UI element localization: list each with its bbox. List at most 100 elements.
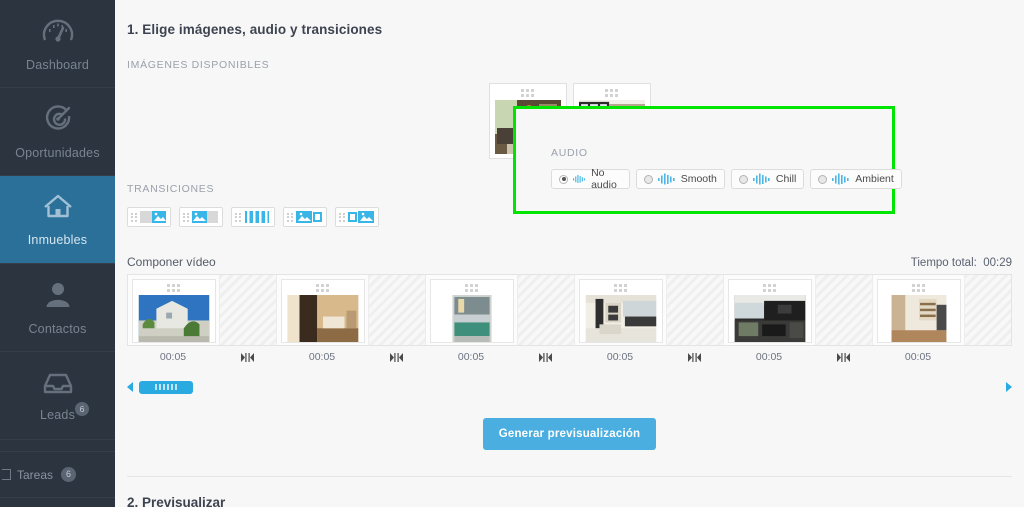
- transition-shrink[interactable]: [283, 207, 327, 227]
- leads-badge: 6: [75, 401, 90, 416]
- sidebar-item-label: Dashboard: [26, 57, 89, 72]
- split-marker[interactable]: [219, 352, 276, 362]
- generate-preview-button[interactable]: Generar previsualización: [482, 418, 657, 450]
- split-marker-icon: [539, 352, 552, 362]
- drag-handle-icon[interactable]: [521, 89, 534, 97]
- drag-handle-icon[interactable]: [287, 212, 293, 222]
- drag-handle-icon[interactable]: [183, 212, 189, 222]
- total-time-label: Tiempo total:: [910, 257, 977, 269]
- step2-title: 2. Previsualizar: [127, 495, 226, 507]
- drag-handle-icon[interactable]: [167, 284, 180, 292]
- person-icon: [43, 280, 73, 313]
- radio-icon[interactable]: [643, 174, 653, 184]
- timeline-transition-gap[interactable]: [667, 275, 724, 345]
- clip-duration: 00:05: [159, 351, 187, 363]
- audio-option-label: Ambient: [855, 173, 894, 185]
- drag-handle-icon[interactable]: [605, 89, 618, 97]
- sidebar-bottom-strip: [0, 497, 115, 507]
- clip-duration: 00:05: [904, 351, 932, 363]
- drag-handle-icon[interactable]: [763, 284, 776, 292]
- sidebar-item-inmuebles[interactable]: Inmuebles: [0, 176, 115, 264]
- drag-handle-icon[interactable]: [912, 284, 925, 292]
- timeline-clip[interactable]: [277, 275, 369, 345]
- total-time: Tiempo total: 00:29: [911, 257, 1012, 269]
- drag-handle-icon[interactable]: [131, 212, 137, 222]
- arrow-right-icon[interactable]: [1006, 382, 1012, 392]
- tareas-label: Tareas: [17, 467, 54, 482]
- transition-slide-left[interactable]: [127, 207, 171, 227]
- sidebar-item-oportunidades[interactable]: Oportunidades: [0, 88, 115, 176]
- split-marker[interactable]: [368, 352, 425, 362]
- timeline-transition-gap[interactable]: [518, 275, 575, 345]
- composer-section: Componer vídeo Tiempo total: 00:29 00:05…: [127, 255, 1012, 507]
- tareas-badge: 6: [61, 467, 77, 482]
- audio-option-label: No audio: [591, 167, 617, 191]
- sidebar-item-leads[interactable]: Leads 6: [0, 352, 115, 440]
- composer-header: Componer vídeo Tiempo total: 00:29: [127, 255, 1012, 269]
- villa-exterior-clip: [138, 295, 209, 342]
- house-icon: [41, 193, 75, 224]
- clip-card[interactable]: [876, 279, 961, 343]
- composer-title: Componer vídeo: [127, 255, 216, 269]
- transition-grow[interactable]: [335, 207, 379, 227]
- timeline-track[interactable]: [127, 274, 1012, 346]
- drag-handle-icon[interactable]: [316, 284, 329, 292]
- arrow-left-icon[interactable]: [127, 382, 133, 392]
- timeline-scrollbar[interactable]: [127, 380, 1012, 394]
- audio-panel-highlight: AUDIO No audio Smooth Chill Ambient: [513, 106, 902, 214]
- transition-slide-right[interactable]: [179, 207, 223, 227]
- main-content: 1. Elige imágenes, audio y transiciones …: [115, 0, 1024, 507]
- timeline-transition-gap[interactable]: [816, 275, 873, 345]
- scrollbar-thumb[interactable]: [139, 380, 193, 394]
- sidebar-item-text: Leads: [39, 407, 76, 422]
- sidebar-item-label: Oportunidades: [15, 145, 100, 160]
- radio-icon[interactable]: [559, 174, 568, 184]
- transition-blinds[interactable]: [231, 207, 275, 227]
- grow-transition-icon: [347, 211, 374, 223]
- app-root: Dashboard Oportunidades Inmuebles Contac…: [0, 0, 1024, 507]
- timeline-clip[interactable]: [873, 275, 965, 345]
- slide-right-transition-icon: [191, 211, 218, 223]
- timeline-transition-gap[interactable]: [965, 275, 1011, 345]
- sidebar-item-label: Leads 6: [39, 401, 90, 422]
- content-inner: 1. Elige imágenes, audio y transiciones …: [115, 22, 1024, 507]
- timeline-transition-gap[interactable]: [220, 275, 277, 345]
- clip-card[interactable]: [280, 279, 365, 343]
- inbox-icon: [41, 370, 75, 399]
- clip-card[interactable]: [578, 279, 663, 343]
- clip-card[interactable]: [131, 279, 216, 343]
- split-marker[interactable]: [666, 352, 723, 362]
- audio-panel-inner: AUDIO No audio Smooth Chill Ambient: [516, 109, 902, 191]
- white-kitchen-clip: [585, 295, 656, 342]
- split-marker[interactable]: [815, 352, 872, 362]
- sidebar-item-contactos[interactable]: Contactos: [0, 264, 115, 352]
- drag-handle-icon[interactable]: [339, 212, 345, 222]
- generate-preview-wrapper: Generar previsualización: [127, 418, 1012, 450]
- timeline-transition-gap[interactable]: [369, 275, 426, 345]
- radio-icon[interactable]: [738, 174, 748, 184]
- split-marker-icon: [241, 352, 254, 362]
- timeline-clip[interactable]: [724, 275, 816, 345]
- blinds-transition-icon: [244, 211, 269, 223]
- clip-duration: 00:05: [606, 351, 634, 363]
- timeline-clip[interactable]: [575, 275, 667, 345]
- timeline-clip[interactable]: [426, 275, 518, 345]
- audio-option-smooth[interactable]: Smooth: [635, 169, 725, 189]
- split-marker[interactable]: [517, 352, 574, 362]
- timeline-clip[interactable]: [128, 275, 220, 345]
- audio-option-chill[interactable]: Chill: [730, 169, 805, 189]
- sidebar-item-tareas[interactable]: Tareas 6: [0, 452, 115, 497]
- audio-option-ambient[interactable]: Ambient: [810, 169, 902, 189]
- audio-option-label: Smooth: [680, 173, 717, 185]
- sidebar-item-dashboard[interactable]: Dashboard: [0, 0, 115, 88]
- target-icon: [42, 104, 74, 137]
- clip-card[interactable]: [429, 279, 514, 343]
- drag-handle-icon[interactable]: [235, 212, 241, 222]
- drag-handle-icon[interactable]: [614, 284, 627, 292]
- scrollbar-grip-icon: [155, 384, 177, 390]
- clip-card[interactable]: [727, 279, 812, 343]
- radio-icon[interactable]: [818, 174, 828, 184]
- audio-option-no-audio[interactable]: No audio: [551, 167, 630, 191]
- drag-handle-icon[interactable]: [465, 284, 478, 292]
- split-marker-icon: [688, 352, 701, 362]
